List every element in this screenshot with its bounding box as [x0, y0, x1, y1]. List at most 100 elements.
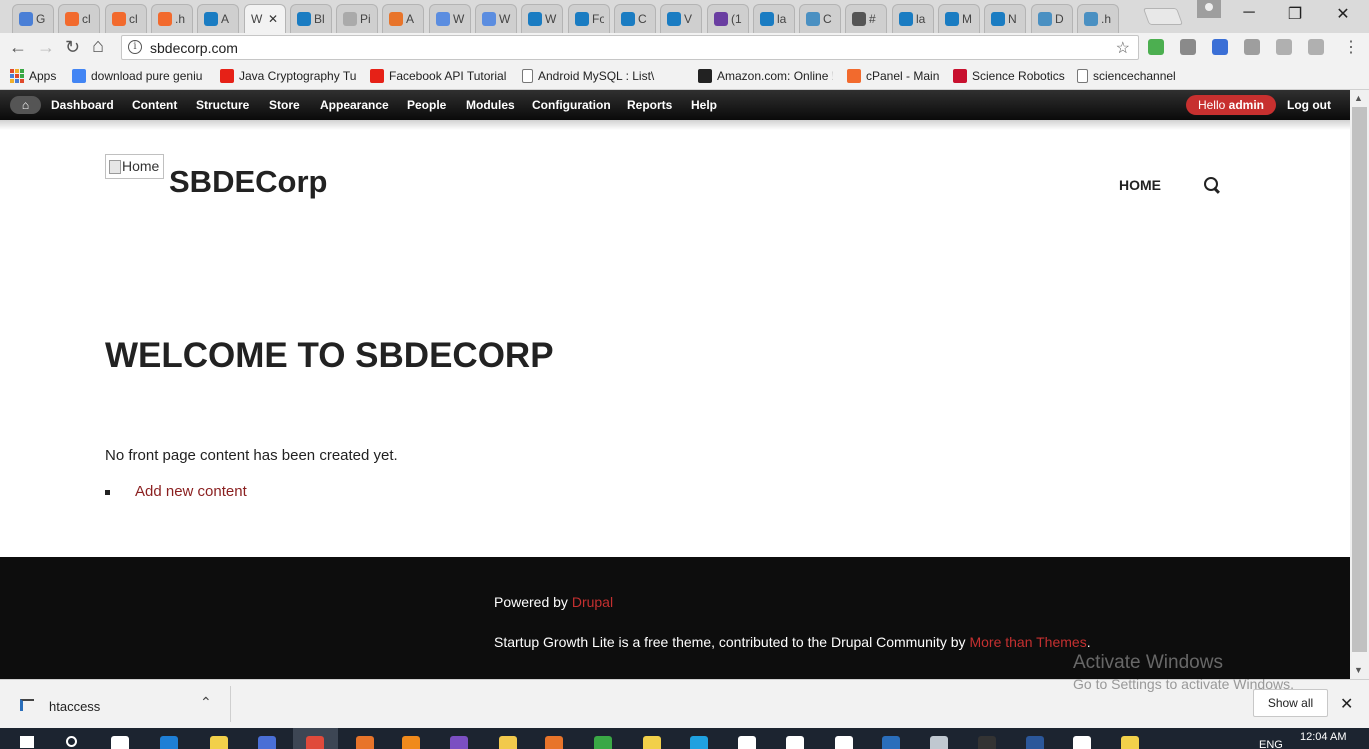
browser-tab[interactable]: G	[12, 4, 54, 33]
box-extension-icon[interactable]	[1276, 39, 1292, 55]
close-download-bar-icon[interactable]: ✕	[1340, 694, 1353, 714]
chrome-icon[interactable]	[306, 736, 324, 749]
firefox-icon[interactable]	[545, 736, 563, 749]
word-icon[interactable]	[1026, 736, 1044, 749]
cmd-icon[interactable]	[978, 736, 996, 749]
filezilla-icon[interactable]	[356, 736, 374, 749]
browser-tab[interactable]: W ✕	[244, 4, 286, 33]
notes-icon[interactable]	[1121, 736, 1139, 749]
m-extension-icon[interactable]	[1148, 39, 1164, 55]
profile-icon[interactable]	[1197, 0, 1221, 18]
browser-tab[interactable]: D	[1031, 4, 1073, 33]
browser-tab[interactable]: W	[521, 4, 563, 33]
admin-menu-reports[interactable]: Reports	[627, 98, 672, 112]
admin-menu-structure[interactable]: Structure	[196, 98, 249, 112]
edge-icon[interactable]	[160, 736, 178, 749]
photos-icon[interactable]	[1073, 736, 1091, 749]
scroll-down-arrow-icon[interactable]: ▼	[1354, 665, 1363, 675]
minimize-button[interactable]: ─	[1234, 4, 1264, 22]
browser-tab[interactable]: W	[429, 4, 471, 33]
tool-icon[interactable]	[930, 736, 948, 749]
search-icon[interactable]	[66, 736, 77, 747]
bulb-icon[interactable]	[210, 736, 228, 749]
calc-icon[interactable]	[835, 736, 853, 749]
close-window-button[interactable]: ✕	[1328, 4, 1358, 24]
bookmark-star-icon[interactable]: ☆	[1116, 38, 1130, 58]
browser-tab[interactable]: cl	[105, 4, 147, 33]
show-all-button[interactable]: Show all	[1253, 689, 1328, 717]
drupal-link[interactable]: Drupal	[572, 594, 613, 610]
browser-tab[interactable]: N	[984, 4, 1026, 33]
folder-icon[interactable]	[499, 736, 517, 749]
app-icon[interactable]	[882, 736, 900, 749]
clock[interactable]: 12:04 AM	[1300, 731, 1346, 743]
admin-menu-help[interactable]: Help	[691, 98, 717, 112]
browser-tab[interactable]: Bl	[290, 4, 332, 33]
ninja-icon[interactable]	[258, 736, 276, 749]
browser-tab[interactable]: .h	[1077, 4, 1119, 33]
start-icon[interactable]	[20, 736, 34, 748]
home-button[interactable]: ⌂	[92, 35, 104, 58]
download-file-icon[interactable]	[20, 699, 34, 711]
browser-tab[interactable]: .h	[151, 4, 193, 33]
bookmark-item[interactable]: Facebook API Tutorial	[370, 67, 510, 85]
language-indicator[interactable]: ENG	[1259, 739, 1283, 749]
scrollbar-thumb[interactable]	[1352, 107, 1367, 652]
cube-extension-icon[interactable]	[1180, 39, 1196, 55]
browser-tab[interactable]: (1	[707, 4, 749, 33]
admin-home-icon[interactable]: ⌂	[10, 96, 41, 114]
admin-menu-configuration[interactable]: Configuration	[532, 98, 611, 112]
new-tab-button[interactable]	[1142, 8, 1184, 25]
admin-menu-people[interactable]: People	[407, 98, 446, 112]
globe-icon[interactable]	[594, 736, 612, 749]
bookmark-item[interactable]: Apps	[10, 67, 62, 85]
add-new-content-link[interactable]: Add new content	[135, 483, 247, 500]
browser-tab[interactable]: cl	[58, 4, 100, 33]
file-icon[interactable]	[643, 736, 661, 749]
scroll-up-arrow-icon[interactable]: ▲	[1354, 93, 1363, 103]
d-extension-icon[interactable]	[1244, 39, 1260, 55]
download-options-chevron-icon[interactable]: ⌃	[200, 694, 212, 711]
search-icon[interactable]	[1204, 177, 1220, 193]
browser-tab[interactable]: W	[475, 4, 517, 33]
more-than-themes-link[interactable]: More than Themes	[969, 634, 1086, 650]
admin-menu-store[interactable]: Store	[269, 98, 300, 112]
forward-button[interactable]: →	[37, 37, 55, 58]
main-nav-home[interactable]: HOME	[1119, 177, 1161, 193]
close-tab-icon[interactable]: ✕	[268, 12, 278, 26]
mail-icon[interactable]	[786, 736, 804, 749]
site-name[interactable]: SBDECorp	[169, 164, 327, 200]
skype-icon[interactable]	[690, 736, 708, 749]
bookmark-item[interactable]: Android MySQL : List\	[522, 67, 682, 85]
admin-menu-appearance[interactable]: Appearance	[320, 98, 389, 112]
hello-user-badge[interactable]: Hello admin	[1186, 95, 1276, 115]
site-logo-broken-image[interactable]: Home	[105, 154, 164, 179]
admin-menu-modules[interactable]: Modules	[466, 98, 515, 112]
vlc-icon[interactable]	[402, 736, 420, 749]
browser-tab[interactable]: Pi	[336, 4, 378, 33]
at-icon[interactable]	[738, 736, 756, 749]
task-view-icon[interactable]	[111, 736, 129, 749]
browser-tab[interactable]: la	[753, 4, 795, 33]
download-filename[interactable]: htaccess	[49, 699, 100, 714]
bookmark-item[interactable]: cPanel - Main	[847, 67, 943, 85]
address-text[interactable]: sbdecorp.com	[150, 40, 238, 56]
browser-menu-icon[interactable]: ⋮	[1343, 37, 1359, 57]
reload-button[interactable]: ↻	[65, 37, 80, 58]
logout-link[interactable]: Log out	[1287, 98, 1331, 112]
info-icon[interactable]: i	[128, 40, 142, 54]
bookmark-item[interactable]: Amazon.com: Online !	[698, 67, 833, 85]
bookmark-item[interactable]: download pure geniu	[72, 67, 210, 85]
back-button[interactable]: ←	[9, 37, 27, 58]
pdf-extension-icon[interactable]	[1308, 39, 1324, 55]
bookmark-item[interactable]: Java Cryptography Tu	[220, 67, 360, 85]
bookmark-item[interactable]: sciencechannel	[1077, 67, 1187, 85]
browser-tab[interactable]: C	[799, 4, 841, 33]
browser-tab[interactable]: Fo	[568, 4, 610, 33]
browser-tab[interactable]: V	[660, 4, 702, 33]
browser-tab[interactable]: A	[382, 4, 424, 33]
maximize-button[interactable]: ❐	[1280, 4, 1310, 24]
browser-tab[interactable]: A	[197, 4, 239, 33]
address-bar[interactable]: i sbdecorp.com ☆	[121, 35, 1139, 60]
bookmark-item[interactable]: Science Robotics	[953, 67, 1065, 85]
